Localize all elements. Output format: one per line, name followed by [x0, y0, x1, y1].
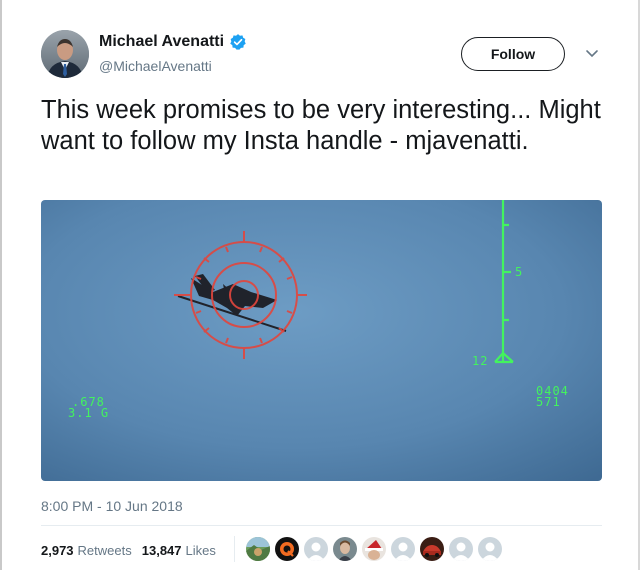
likes-stat[interactable]: 13,847 Likes — [142, 543, 216, 558]
tweet-timestamp[interactable]: 8:00 PM - 10 Jun 2018 — [41, 498, 183, 514]
hud-left-readout-2: 3.1 G — [68, 406, 110, 420]
liker-avatar-default-icon[interactable] — [304, 537, 328, 561]
left-edge — [0, 0, 2, 570]
retweets-stat[interactable]: 2,973 Retweets — [41, 543, 132, 558]
hud-scale-mark: 5 — [515, 265, 524, 279]
likes-count: 13,847 — [141, 543, 182, 558]
divider — [41, 525, 602, 526]
author-name[interactable]: Michael Avenatti — [99, 33, 224, 51]
verified-badge-icon — [230, 34, 246, 50]
tweet-text: This week promises to be very interestin… — [41, 96, 601, 155]
tweet-stats: 2,973 Retweets 13,847 Likes — [41, 543, 216, 558]
hud-scene — [41, 200, 602, 481]
chevron-down-icon[interactable] — [584, 48, 600, 60]
liker-avatar-landscape-icon[interactable] — [246, 537, 270, 561]
liker-avatar-default-icon[interactable] — [478, 537, 502, 561]
likes-label: Likes — [185, 543, 216, 558]
liker-avatar-christmas-icon[interactable] — [362, 537, 386, 561]
author-name-row: Michael Avenatti — [99, 33, 247, 51]
stats-separator — [234, 536, 235, 562]
hud-right-readout-2: 571 — [536, 395, 561, 409]
follow-button[interactable]: Follow — [461, 37, 565, 71]
retweets-label: Retweets — [77, 543, 132, 558]
liker-avatar-q-logo-icon[interactable] — [275, 537, 299, 561]
tweet-media-image[interactable]: 5 12 .678 3.1 G 0404 571 — [41, 200, 602, 481]
hud-scale-bottom: 12 — [472, 354, 489, 368]
liker-avatars — [246, 537, 507, 561]
liker-avatar-red-car-icon[interactable] — [420, 537, 444, 561]
liker-avatar-default-icon[interactable] — [391, 537, 415, 561]
retweets-count: 2,973 — [41, 543, 74, 558]
author-avatar[interactable] — [41, 30, 89, 78]
liker-avatar-portrait-icon[interactable] — [333, 537, 357, 561]
liker-avatar-default-icon[interactable] — [449, 537, 473, 561]
author-handle[interactable]: @MichaelAvenatti — [99, 58, 212, 74]
